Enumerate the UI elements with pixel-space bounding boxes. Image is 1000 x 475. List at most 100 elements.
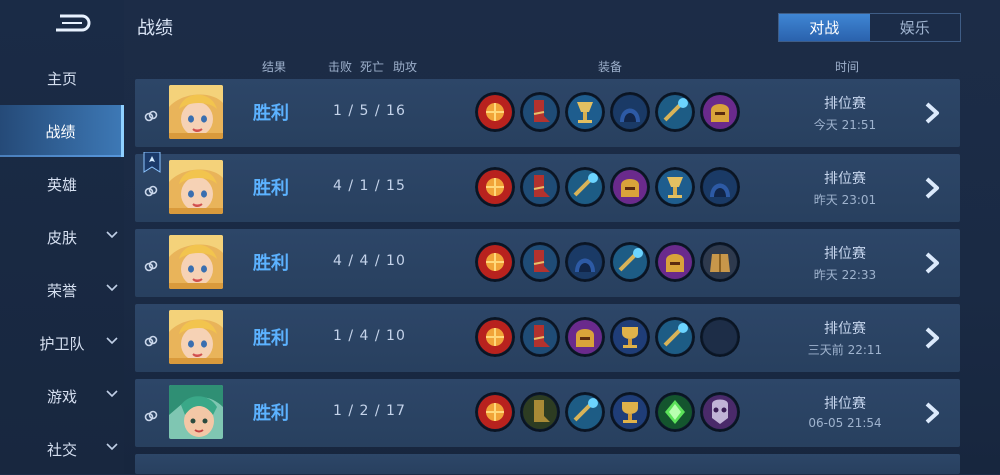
blue-wand-icon[interactable] — [565, 392, 605, 432]
gold-helm-icon[interactable] — [700, 92, 740, 132]
mvp-badge-icon — [143, 152, 161, 173]
blue-wand-icon[interactable] — [565, 167, 605, 207]
sun-orb-icon[interactable] — [475, 92, 515, 132]
column-kills: 击败 — [328, 60, 353, 74]
match-time: 今天 21:51 — [813, 118, 877, 132]
match-row[interactable] — [135, 454, 960, 474]
link-icon — [144, 410, 158, 422]
column-assists: 助攻 — [393, 60, 418, 74]
kda: 4 / 1 / 15 — [333, 178, 406, 194]
match-result: 胜利 — [253, 253, 289, 274]
red-boots-icon[interactable] — [520, 167, 560, 207]
sidebar-item-1[interactable]: 战绩 — [0, 105, 124, 157]
sidebar-item-0[interactable]: 主页 — [0, 52, 124, 104]
gold-boots-icon[interactable] — [520, 392, 560, 432]
match-time: 三天前 22:11 — [807, 343, 883, 357]
red-boots-icon[interactable] — [520, 242, 560, 282]
blue-wand-icon[interactable] — [655, 92, 695, 132]
link-icon — [144, 335, 158, 347]
chevron-down-icon — [106, 390, 118, 398]
hood-icon[interactable] — [565, 242, 605, 282]
kda: 1 / 5 / 16 — [333, 103, 406, 119]
mode-tabs: 对战 娱乐 — [778, 13, 961, 42]
match-time: 昨天 23:01 — [813, 193, 877, 207]
hero-portrait[interactable] — [169, 310, 223, 364]
trophy-icon[interactable] — [610, 317, 650, 357]
match-mode: 排位赛 — [824, 321, 866, 337]
sidebar-item-label: 护卫队 — [39, 334, 85, 353]
match-row[interactable]: 胜利 1 / 5 / 16 排位赛今天 21:51 — [135, 79, 960, 147]
sidebar-item-label: 荣誉 — [46, 281, 77, 300]
sun-orb-icon[interactable] — [475, 392, 515, 432]
hero-portrait[interactable] — [169, 85, 223, 139]
sidebar-item-3[interactable]: 皮肤 — [0, 211, 124, 263]
blue-wand-icon[interactable] — [655, 317, 695, 357]
blue-wand-icon[interactable] — [610, 242, 650, 282]
gold-armor-icon[interactable] — [700, 242, 740, 282]
kda: 1 / 2 / 17 — [333, 403, 406, 419]
sidebar-item-label: 主页 — [46, 69, 77, 88]
match-result: 胜利 — [253, 328, 289, 349]
hero-portrait[interactable] — [169, 385, 223, 439]
empty-icon[interactable] — [700, 317, 740, 357]
link-icon — [144, 185, 158, 197]
link-icon — [144, 260, 158, 272]
column-result: 结果 — [262, 60, 287, 74]
chevron-down-icon — [106, 443, 118, 451]
column-gear: 装备 — [598, 60, 623, 74]
match-result: 胜利 — [253, 403, 289, 424]
hero-portrait[interactable] — [169, 235, 223, 289]
sidebar-item-5[interactable]: 护卫队 — [0, 317, 124, 369]
sidebar-item-label: 英雄 — [46, 175, 77, 194]
goblet-icon[interactable] — [655, 167, 695, 207]
match-row[interactable]: 胜利 4 / 4 / 10 排位赛 昨天 22:33 — [135, 229, 960, 297]
sun-orb-icon[interactable] — [475, 317, 515, 357]
sun-orb-icon[interactable] — [475, 242, 515, 282]
tab-battle[interactable]: 对战 — [779, 14, 870, 41]
chevron-right-icon[interactable] — [921, 251, 943, 275]
hood-icon[interactable] — [610, 92, 650, 132]
gold-helm-icon[interactable] — [610, 167, 650, 207]
match-mode: 排位赛 — [824, 396, 866, 412]
match-mode: 排位赛 — [824, 171, 866, 187]
sidebar-item-2[interactable]: 英雄 — [0, 158, 124, 210]
back-icon[interactable] — [52, 12, 94, 34]
match-mode: 排位赛 — [824, 96, 866, 112]
green-gem-icon[interactable] — [655, 392, 695, 432]
kda: 1 / 4 / 10 — [333, 328, 406, 344]
chevron-down-icon — [106, 337, 118, 345]
red-boots-icon[interactable] — [520, 317, 560, 357]
sidebar-item-label: 社交 — [46, 440, 77, 459]
chevron-right-icon[interactable] — [921, 326, 943, 350]
chevron-down-icon — [106, 231, 118, 239]
red-boots-icon[interactable] — [520, 92, 560, 132]
hero-portrait[interactable] — [169, 160, 223, 214]
sidebar-item-4[interactable]: 荣誉 — [0, 264, 124, 316]
match-time: 昨天 22:33 — [813, 268, 877, 282]
chevron-right-icon[interactable] — [921, 101, 943, 125]
match-result: 胜利 — [253, 178, 289, 199]
hood-icon[interactable] — [700, 167, 740, 207]
sidebar-item-7[interactable]: 社交 — [0, 423, 124, 475]
link-icon — [144, 110, 158, 122]
sun-orb-icon[interactable] — [475, 167, 515, 207]
column-deaths: 死亡 — [360, 60, 385, 74]
column-time: 时间 — [835, 60, 860, 74]
page-title: 战绩 — [137, 18, 173, 39]
goblet-icon[interactable] — [565, 92, 605, 132]
chevron-down-icon — [106, 284, 118, 292]
match-row[interactable]: 胜利 1 / 4 / 10 排位赛三天前 22:11 — [135, 304, 960, 372]
tab-entertainment[interactable]: 娱乐 — [870, 14, 961, 41]
match-row[interactable]: 胜利 4 / 1 / 15 排位赛昨天 23:01 — [135, 152, 960, 222]
match-result: 胜利 — [253, 103, 289, 124]
gold-helm-icon[interactable] — [565, 317, 605, 357]
sidebar-item-label: 皮肤 — [46, 228, 77, 247]
match-time: 06-05 21:54 — [808, 416, 882, 430]
skull-mask-icon[interactable] — [700, 392, 740, 432]
chevron-right-icon[interactable] — [921, 401, 943, 425]
sidebar-item-6[interactable]: 游戏 — [0, 370, 124, 422]
trophy-icon[interactable] — [610, 392, 650, 432]
gold-helm-icon[interactable] — [655, 242, 695, 282]
match-row[interactable]: 胜利 1 / 2 / 17 排位赛 06-05 21:54 — [135, 379, 960, 447]
chevron-right-icon[interactable] — [921, 176, 943, 200]
